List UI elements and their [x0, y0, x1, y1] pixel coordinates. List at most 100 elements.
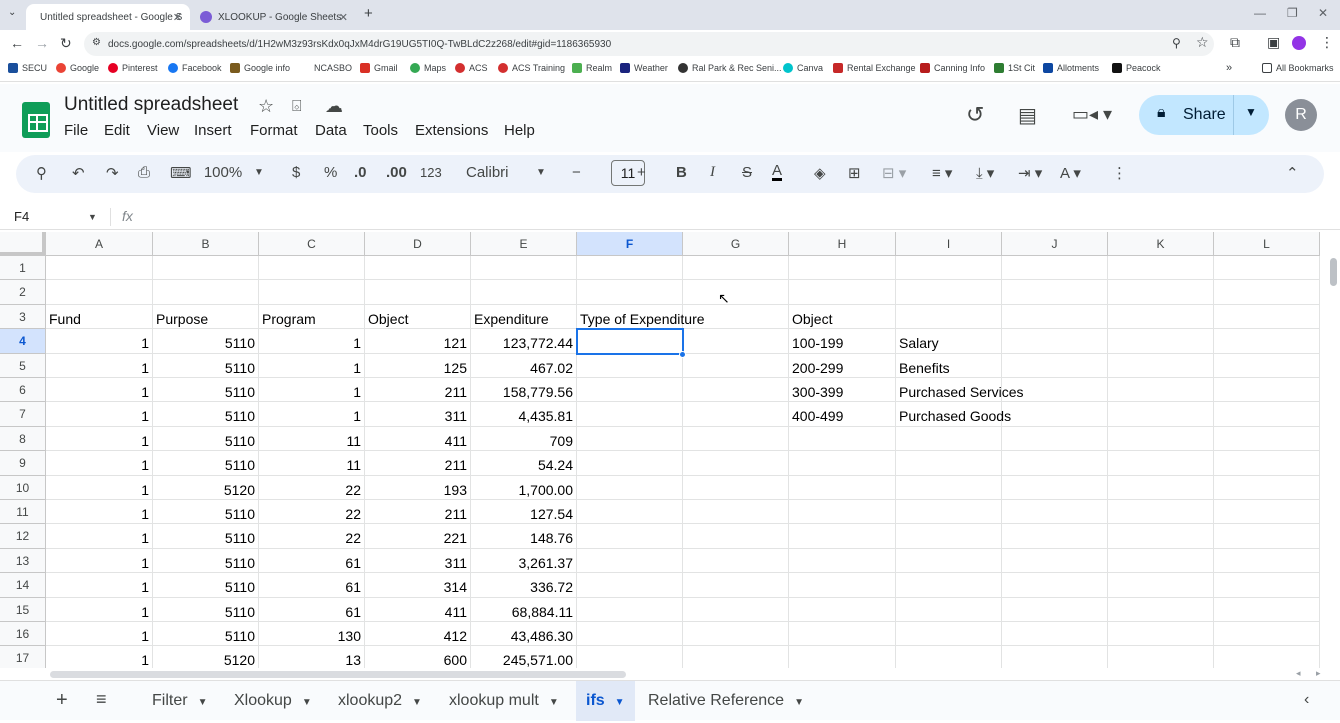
cell-c15[interactable]: 61: [259, 597, 365, 622]
cell-d12[interactable]: 221: [365, 524, 471, 549]
cell-k3[interactable]: [1108, 304, 1214, 330]
cell-k7[interactable]: [1108, 402, 1214, 427]
tab-menu-icon[interactable]: ▼: [302, 697, 312, 708]
cell-g8[interactable]: [683, 426, 789, 452]
cell-c1[interactable]: [259, 256, 365, 281]
cell-a11[interactable]: 1: [46, 500, 153, 525]
cell-h2[interactable]: [789, 280, 896, 305]
cell-e4[interactable]: 123,772.44: [471, 329, 577, 354]
menu-data[interactable]: Data: [315, 122, 347, 139]
cell-c5[interactable]: 1: [259, 353, 365, 378]
redo-icon[interactable]: ↷: [106, 164, 119, 182]
comments-icon[interactable]: ▤: [1018, 103, 1037, 128]
row-header-4[interactable]: 4: [0, 329, 46, 354]
cell-e17[interactable]: 245,571.00: [471, 646, 577, 668]
cell-f11[interactable]: [577, 500, 683, 525]
font-select[interactable]: Calibri: [466, 164, 509, 181]
cell-e16[interactable]: 43,486.30: [471, 622, 577, 647]
cell-b9[interactable]: 5110: [153, 451, 259, 476]
cell-l6[interactable]: [1214, 378, 1320, 403]
zoom-select[interactable]: 100%: [203, 164, 243, 181]
star-icon[interactable]: ☆: [258, 96, 274, 117]
print-icon[interactable]: ⎙: [138, 164, 150, 181]
scroll-left-icon[interactable]: ◂: [1296, 668, 1301, 679]
bookmark-ncasbo[interactable]: NCASBO: [314, 63, 352, 73]
cell-i2[interactable]: [896, 280, 1002, 305]
cell-a15[interactable]: 1: [46, 597, 153, 622]
cell-c2[interactable]: [259, 280, 365, 305]
merge-cells-icon[interactable]: ⊟ ▾: [882, 164, 906, 182]
tab-menu-icon[interactable]: ▼: [198, 697, 208, 708]
fill-color-icon[interactable]: ◈: [814, 164, 826, 182]
cell-a17[interactable]: 1: [46, 646, 153, 668]
cell-h17[interactable]: [789, 646, 896, 668]
cell-d6[interactable]: 211: [365, 378, 471, 403]
cell-j5[interactable]: [1002, 353, 1108, 378]
cell-k13[interactable]: [1108, 548, 1214, 574]
cell-h13[interactable]: [789, 548, 896, 574]
cell-j10[interactable]: [1002, 475, 1108, 500]
bookmark-facebook[interactable]: Facebook: [168, 63, 222, 73]
cell-j13[interactable]: [1002, 548, 1108, 574]
cell-l9[interactable]: [1214, 451, 1320, 476]
cell-i8[interactable]: [896, 426, 1002, 452]
cell-e3[interactable]: Expenditure: [471, 304, 577, 330]
increase-decimal-button[interactable]: .00: [386, 164, 407, 181]
cell-b2[interactable]: [153, 280, 259, 305]
share-dropdown-icon[interactable]: ▼: [1245, 105, 1257, 119]
sheet-tab-xlookup-mult[interactable]: xlookup mult ▼: [449, 681, 559, 721]
cell-j14[interactable]: [1002, 573, 1108, 598]
bookmark-1st-cit[interactable]: 1St Cit: [994, 63, 1035, 73]
cell-g13[interactable]: [683, 548, 789, 574]
row-header-13[interactable]: 13: [0, 548, 46, 574]
cell-a16[interactable]: 1: [46, 622, 153, 647]
cell-k10[interactable]: [1108, 475, 1214, 500]
browser-tab[interactable]: XLOOKUP - Google Sheets ✕: [192, 4, 356, 30]
cell-j15[interactable]: [1002, 597, 1108, 622]
tab-menu-icon[interactable]: ▼: [615, 697, 625, 708]
cell-h1[interactable]: [789, 256, 896, 281]
row-header-5[interactable]: 5: [0, 353, 46, 378]
bookmark-weather[interactable]: Weather: [620, 63, 668, 73]
cell-a7[interactable]: 1: [46, 402, 153, 427]
cell-i9[interactable]: [896, 451, 1002, 476]
cell-i12[interactable]: [896, 524, 1002, 549]
cell-i1[interactable]: [896, 256, 1002, 281]
reload-icon[interactable]: ↻: [60, 35, 72, 52]
cell-f15[interactable]: [577, 597, 683, 622]
cell-k12[interactable]: [1108, 524, 1214, 549]
name-box-dropdown-icon[interactable]: ▼: [88, 212, 97, 222]
menu-file[interactable]: File: [64, 122, 88, 139]
name-box[interactable]: F4: [14, 209, 29, 224]
cell-e11[interactable]: 127.54: [471, 500, 577, 525]
menu-format[interactable]: Format: [250, 122, 298, 139]
column-header-k[interactable]: K: [1108, 232, 1214, 256]
row-header-8[interactable]: 8: [0, 426, 46, 452]
row-header-6[interactable]: 6: [0, 378, 46, 403]
menu-help[interactable]: Help: [504, 122, 535, 139]
cell-j6[interactable]: [1002, 378, 1108, 403]
cell-j16[interactable]: [1002, 622, 1108, 647]
all-bookmarks[interactable]: All Bookmarks: [1262, 63, 1334, 73]
profile-icon[interactable]: [1292, 36, 1306, 50]
decrease-decimal-button[interactable]: .0: [354, 164, 367, 181]
horizontal-scrollbar[interactable]: ◂ ▸: [46, 668, 1340, 680]
cell-f3[interactable]: Type of Expenditure: [577, 304, 705, 330]
cell-k17[interactable]: [1108, 646, 1214, 668]
cell-d7[interactable]: 311: [365, 402, 471, 427]
move-folder-icon[interactable]: ⌺: [292, 98, 302, 116]
cell-b5[interactable]: 5110: [153, 353, 259, 378]
cell-l12[interactable]: [1214, 524, 1320, 549]
cell-f6[interactable]: [577, 378, 683, 403]
zoom-icon[interactable]: ⚲: [1172, 36, 1181, 50]
bookmark-gmail[interactable]: Gmail: [360, 63, 398, 73]
cell-i13[interactable]: [896, 548, 1002, 574]
undo-icon[interactable]: ↶: [72, 164, 85, 182]
bookmark-secu[interactable]: SECU: [8, 63, 47, 73]
cell-j4[interactable]: [1002, 329, 1108, 354]
cell-d17[interactable]: 600: [365, 646, 471, 668]
more-bookmarks-icon[interactable]: »: [1226, 62, 1232, 74]
vertical-scroll-thumb[interactable]: [1330, 258, 1337, 286]
share-button[interactable]: 🔒︎ Share ▼: [1139, 95, 1269, 135]
cell-c17[interactable]: 13: [259, 646, 365, 668]
